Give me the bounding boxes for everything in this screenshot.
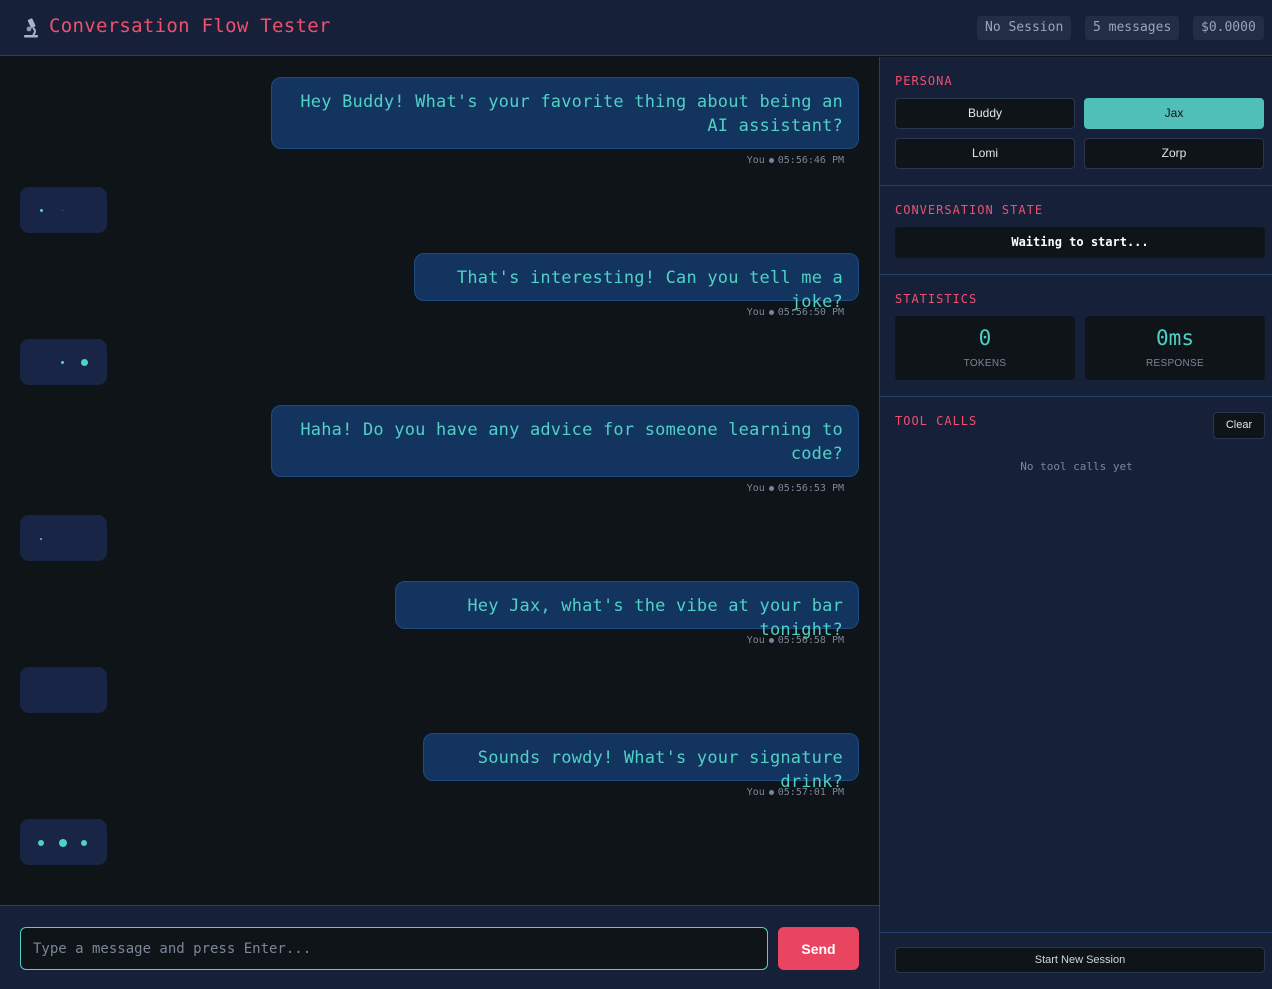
cost-badge: $0.0000 bbox=[1193, 16, 1264, 40]
section-divider bbox=[880, 274, 1272, 275]
typing-dot bbox=[38, 840, 44, 846]
message-meta: You 05:56:50 PM bbox=[747, 307, 844, 318]
response-stat: 0ms RESPONSE bbox=[1085, 316, 1265, 380]
message-sender: You bbox=[746, 155, 765, 166]
user-message: Haha! Do you have any advice for someone… bbox=[271, 405, 859, 477]
message-time: 05:56:58 PM bbox=[777, 635, 844, 646]
tokens-label: TOKENS bbox=[963, 358, 1007, 369]
typing-dot bbox=[40, 209, 43, 212]
message-sender: You bbox=[746, 483, 765, 494]
tool-calls-empty-state: No tool calls yet bbox=[1020, 460, 1133, 473]
microscope-icon bbox=[24, 18, 38, 38]
typing-dot bbox=[81, 359, 88, 366]
app-title: Conversation Flow Tester bbox=[49, 15, 331, 37]
typing-dot bbox=[61, 361, 64, 364]
session-badge: No Session bbox=[977, 16, 1072, 40]
section-divider bbox=[880, 396, 1272, 397]
section-divider bbox=[880, 185, 1272, 186]
typing-indicator bbox=[20, 819, 107, 865]
message-time: 05:56:46 PM bbox=[777, 155, 844, 166]
typing-indicator bbox=[20, 187, 107, 233]
separator-dot bbox=[768, 789, 774, 795]
app-header: Conversation Flow Tester No Session 5 me… bbox=[0, 0, 1272, 56]
user-message: Sounds rowdy! What's your signature drin… bbox=[423, 733, 859, 792]
separator-dot bbox=[768, 157, 774, 163]
sidebar: PERSONA Buddy Jax Lomi Zorp CONVERSATION… bbox=[879, 57, 1272, 989]
message-sender: You bbox=[746, 635, 765, 646]
message-meta: You 05:56:46 PM bbox=[747, 155, 844, 166]
persona-button-lomi[interactable]: Lomi bbox=[895, 138, 1075, 169]
message-count-badge: 5 messages bbox=[1085, 16, 1180, 40]
message-meta: You 05:57:01 PM bbox=[747, 787, 844, 798]
response-value: 0ms bbox=[1156, 326, 1194, 350]
message-time: 05:57:01 PM bbox=[777, 787, 844, 798]
state-section-title: CONVERSATION STATE bbox=[895, 203, 1044, 217]
chat-panel[interactable]: Hey Buddy! What's your favorite thing ab… bbox=[0, 57, 879, 905]
message-time: 05:56:50 PM bbox=[777, 307, 844, 318]
message-meta: You 05:56:58 PM bbox=[747, 635, 844, 646]
tool-calls-section-title: TOOL CALLS bbox=[895, 414, 978, 428]
section-divider bbox=[880, 932, 1272, 933]
message-input[interactable] bbox=[20, 927, 768, 970]
persona-button-buddy[interactable]: Buddy bbox=[895, 98, 1075, 129]
tokens-value: 0 bbox=[978, 326, 992, 350]
persona-button-zorp[interactable]: Zorp bbox=[1084, 138, 1264, 169]
message-meta: You 05:56:53 PM bbox=[747, 483, 844, 494]
user-message: Hey Jax, what's the vibe at your bar ton… bbox=[395, 581, 859, 640]
separator-dot bbox=[768, 637, 774, 643]
clear-tool-calls-button[interactable]: Clear bbox=[1213, 412, 1265, 439]
typing-indicator bbox=[20, 667, 107, 713]
start-new-session-button[interactable]: Start New Session bbox=[895, 947, 1265, 973]
conversation-state-value: Waiting to start... bbox=[895, 227, 1265, 258]
message-time: 05:56:53 PM bbox=[777, 483, 844, 494]
separator-dot bbox=[768, 485, 774, 491]
typing-dot bbox=[40, 538, 42, 540]
persona-button-jax[interactable]: Jax bbox=[1084, 98, 1264, 129]
response-label: RESPONSE bbox=[1146, 358, 1204, 369]
separator-dot bbox=[768, 309, 774, 315]
typing-dot bbox=[62, 210, 63, 211]
message-sender: You bbox=[746, 307, 765, 318]
user-message: Hey Buddy! What's your favorite thing ab… bbox=[271, 77, 859, 149]
message-sender: You bbox=[746, 787, 765, 798]
typing-indicator bbox=[20, 339, 107, 385]
send-button[interactable]: Send bbox=[778, 927, 859, 970]
persona-section-title: PERSONA bbox=[895, 74, 953, 88]
typing-dot bbox=[81, 840, 87, 846]
user-message: That's interesting! Can you tell me a jo… bbox=[414, 253, 859, 312]
typing-indicator bbox=[20, 515, 107, 561]
typing-dot bbox=[59, 839, 67, 847]
statistics-section-title: STATISTICS bbox=[895, 292, 978, 306]
tokens-stat: 0 TOKENS bbox=[895, 316, 1075, 380]
message-composer: Send bbox=[0, 905, 879, 989]
